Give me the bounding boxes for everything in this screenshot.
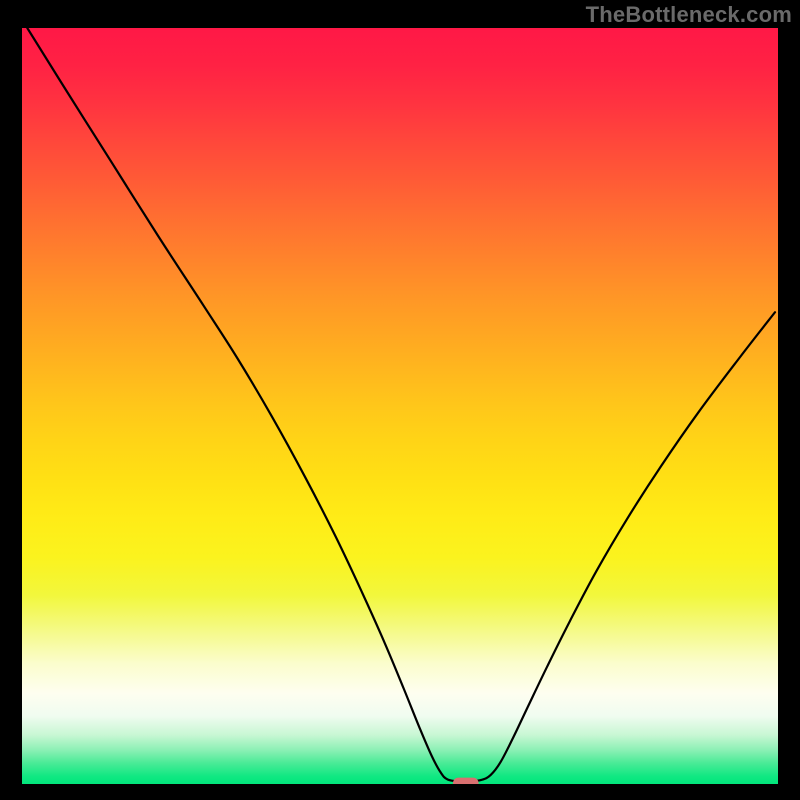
gradient-background: [22, 28, 778, 784]
chart-container: TheBottleneck.com: [0, 0, 800, 800]
watermark-text: TheBottleneck.com: [586, 2, 792, 28]
chart-svg: [22, 28, 778, 784]
optimal-marker: [453, 778, 479, 784]
plot-area: [22, 28, 778, 784]
